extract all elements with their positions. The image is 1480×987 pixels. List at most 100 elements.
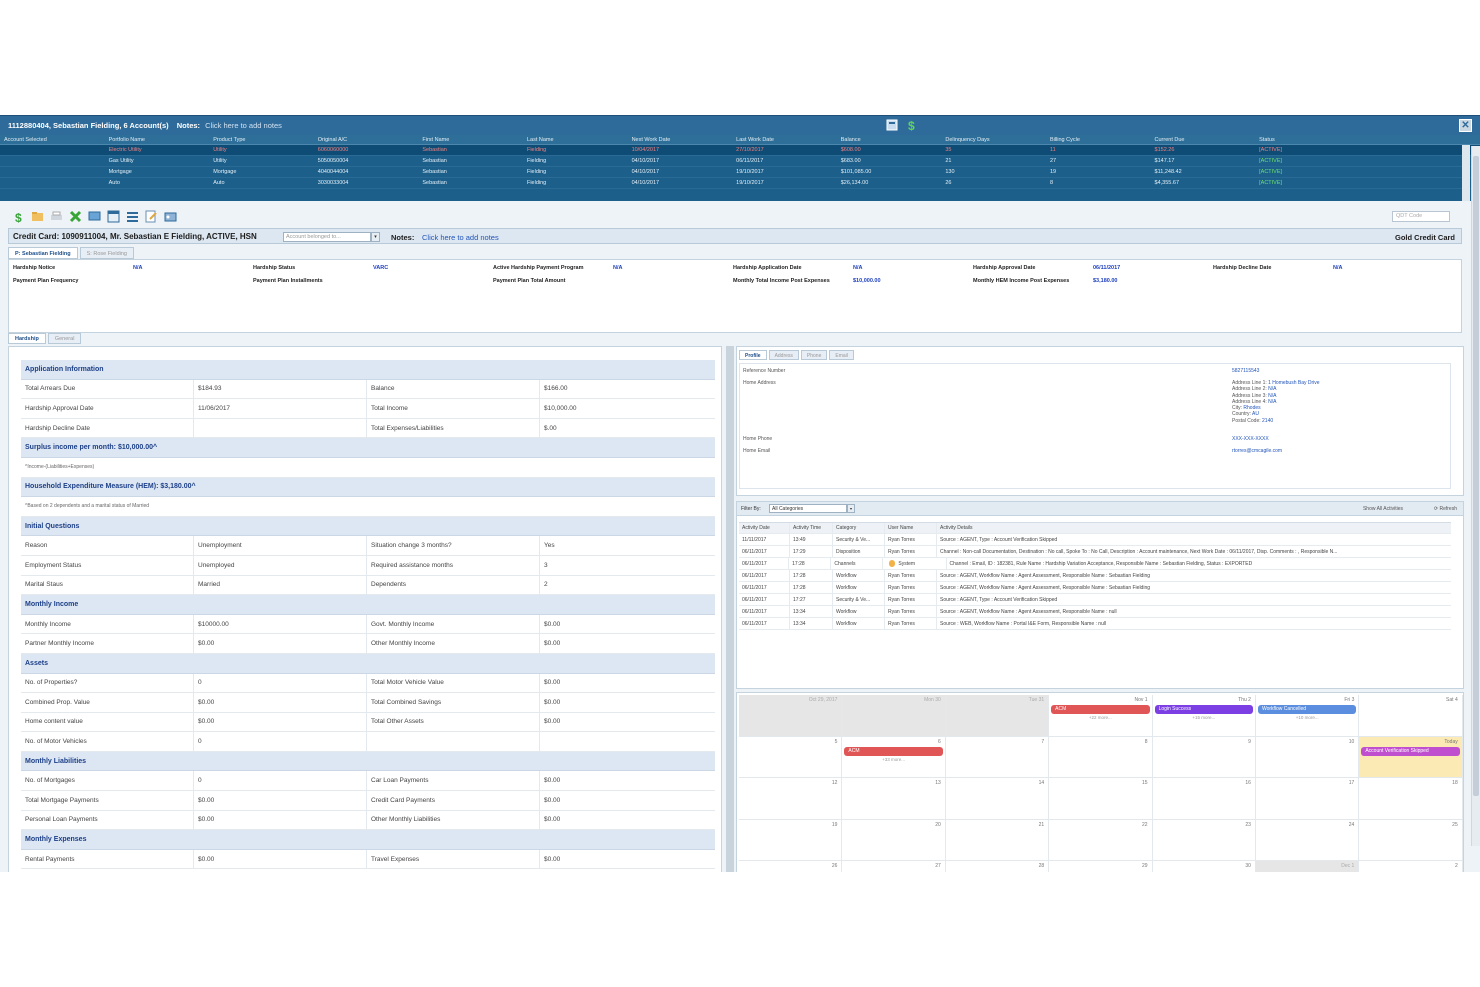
calendar-event[interactable]: Workflow Cancelled bbox=[1257, 705, 1357, 714]
column-header[interactable]: Last Work Date bbox=[732, 135, 837, 144]
list-icon[interactable] bbox=[126, 210, 139, 223]
calendar-day[interactable]: 14 bbox=[945, 778, 1050, 820]
more-events-link[interactable]: +22 more... bbox=[1049, 715, 1151, 720]
calendar-day[interactable]: Oct 29, 2017 bbox=[739, 695, 843, 737]
column-header[interactable]: Current Due bbox=[1151, 135, 1256, 144]
calendar-day[interactable]: 9 bbox=[1152, 736, 1256, 778]
panel-splitter[interactable] bbox=[726, 346, 734, 872]
column-header[interactable]: Original A/C bbox=[314, 135, 419, 144]
tab-primary-person[interactable]: P: Sebastian Fielding bbox=[8, 247, 78, 259]
column-header[interactable]: Category bbox=[833, 523, 885, 533]
calendar-day[interactable]: 29 bbox=[1049, 861, 1153, 872]
tab-general[interactable]: General bbox=[47, 333, 82, 344]
calendar-day[interactable]: Thu 2 Login Success +15 more... bbox=[1152, 695, 1256, 737]
account-belonged-dropdown[interactable]: Account belonged to... bbox=[283, 232, 371, 242]
calendar-day[interactable]: 26 bbox=[739, 861, 843, 872]
calendar-day[interactable]: 21 bbox=[945, 819, 1050, 861]
account-row[interactable]: Gas Utility Utility 5050050004 Sebastian Fie… bbox=[0, 156, 1480, 167]
calendar-day[interactable]: Today Account Verification Skipped bbox=[1359, 736, 1463, 778]
account-row[interactable]: Auto Auto 3030033004 Sebastian Fielding 04/10… bbox=[0, 178, 1480, 189]
table-row[interactable]: 06/11/2017 17:29 Disposition Ryan Torres Cha… bbox=[739, 546, 1451, 558]
calendar-day[interactable]: 20 bbox=[842, 819, 946, 861]
add-notes-link[interactable]: Click here to add notes bbox=[205, 121, 282, 130]
home-email-link[interactable]: rtorres@cmcagile.com bbox=[1232, 448, 1282, 454]
account-row[interactable]: Mortgage Mortgage 4040044004 Sebastian Field… bbox=[0, 167, 1480, 178]
column-header[interactable]: Portfolio Name bbox=[105, 135, 210, 144]
calendar-day[interactable]: 6 ACM +33 more... bbox=[842, 736, 946, 778]
table-row[interactable]: 06/11/2017 13:34 Workflow Ryan Torres Source… bbox=[739, 606, 1451, 618]
calendar-event[interactable]: Account Verification Skipped bbox=[1361, 746, 1460, 756]
tab-address[interactable]: Address bbox=[768, 350, 799, 360]
calendar-day[interactable]: 30 bbox=[1153, 861, 1256, 872]
calendar-day[interactable]: 8 bbox=[1049, 736, 1153, 778]
column-header[interactable]: Last Name bbox=[523, 135, 628, 144]
calendar-event[interactable]: ACM bbox=[1051, 705, 1150, 714]
table-row[interactable]: 06/11/2017 17:27 Security & Ve... Ryan Torr… bbox=[739, 594, 1451, 606]
category-filter-select[interactable]: All Categories bbox=[769, 504, 847, 513]
calendar-day[interactable]: Mon 30 bbox=[842, 695, 946, 737]
column-header[interactable]: Next Work Date bbox=[628, 135, 733, 144]
calendar-day[interactable]: Nov 1 ACM +22 more... bbox=[1049, 695, 1153, 737]
id-card-icon[interactable] bbox=[164, 210, 177, 223]
tab-secondary-person[interactable]: S: Rose Fielding bbox=[79, 247, 134, 259]
calendar-day[interactable]: 22 bbox=[1049, 819, 1153, 861]
folder-icon[interactable] bbox=[31, 210, 44, 223]
calendar-day[interactable]: 19 bbox=[739, 819, 843, 861]
column-header[interactable]: Status bbox=[1255, 135, 1360, 144]
calendar-day[interactable]: Tue 31 bbox=[945, 695, 1050, 737]
calendar-day[interactable]: 27 bbox=[842, 861, 946, 872]
account-row[interactable]: Electric Utility Utility 6060060000 Sebasti… bbox=[0, 145, 1480, 156]
calendar-day[interactable]: 7 bbox=[945, 736, 1050, 778]
tab-email[interactable]: Email bbox=[829, 350, 854, 360]
column-header[interactable]: Activity Time bbox=[790, 523, 833, 533]
table-row[interactable]: 06/11/2017 17:28 Channels System Channel : E… bbox=[739, 558, 1451, 570]
calendar-day[interactable]: 15 bbox=[1049, 778, 1153, 820]
calendar-day[interactable]: 28 bbox=[946, 861, 1050, 872]
table-row[interactable]: 06/11/2017 13:34 Workflow Ryan Torres Source… bbox=[739, 618, 1451, 630]
table-row[interactable]: 11/11/2017 13:49 Security & Ve... Ryan Torr… bbox=[739, 534, 1451, 546]
calculator-icon[interactable] bbox=[886, 119, 898, 131]
calendar-day[interactable]: Dec 1 bbox=[1255, 861, 1360, 872]
add-notes-link[interactable]: Click here to add notes bbox=[422, 233, 499, 242]
calendar-day[interactable]: 5 bbox=[739, 736, 843, 778]
calendar-day[interactable]: Sat 4 bbox=[1359, 695, 1463, 737]
tab-profile[interactable]: Profile bbox=[739, 350, 767, 360]
accounts-scrollbar[interactable] bbox=[1462, 145, 1470, 201]
window-icon[interactable] bbox=[107, 210, 120, 223]
calendar-day[interactable]: Fri 3 Workflow Cancelled +10 more... bbox=[1255, 695, 1360, 737]
calendar-day[interactable]: 17 bbox=[1255, 778, 1360, 820]
column-header[interactable]: First Name bbox=[418, 135, 523, 144]
column-header[interactable]: Billing Cycle bbox=[1046, 135, 1151, 144]
table-row[interactable]: 06/11/2017 17:28 Workflow Ryan Torres Source… bbox=[739, 570, 1451, 582]
more-events-link[interactable]: +33 more... bbox=[842, 757, 944, 762]
calendar-day[interactable]: 13 bbox=[842, 778, 946, 820]
calendar-day[interactable]: 24 bbox=[1255, 819, 1360, 861]
page-scrollbar[interactable] bbox=[1471, 146, 1480, 846]
column-header[interactable]: User Name bbox=[885, 523, 937, 533]
refresh-button[interactable]: ⟳ Refresh bbox=[1434, 506, 1457, 512]
tab-phone[interactable]: Phone bbox=[800, 350, 828, 360]
chevron-down-icon[interactable]: ▾ bbox=[371, 232, 380, 242]
calendar-day[interactable]: 18 bbox=[1359, 778, 1463, 820]
column-header[interactable]: Account Selected bbox=[0, 135, 105, 144]
column-header[interactable]: Activity Details bbox=[937, 523, 1451, 533]
edit-icon[interactable] bbox=[145, 210, 158, 223]
column-header[interactable]: Delinquency Days bbox=[941, 135, 1046, 144]
column-header[interactable]: Product Type bbox=[209, 135, 314, 144]
close-icon[interactable]: ✕ bbox=[1459, 119, 1472, 132]
tab-hardship[interactable]: Hardship bbox=[8, 333, 46, 344]
qdt-code-input[interactable]: QDT Code bbox=[1392, 211, 1450, 222]
calendar-day[interactable]: 10 bbox=[1255, 736, 1360, 778]
calendar-event[interactable]: Login Success bbox=[1154, 705, 1253, 714]
calendar-day[interactable]: 23 bbox=[1152, 819, 1256, 861]
calendar-day[interactable]: 2 bbox=[1359, 861, 1463, 872]
column-header[interactable]: Balance bbox=[837, 135, 942, 144]
calendar-day[interactable]: 12 bbox=[739, 778, 843, 820]
show-all-activities-button[interactable]: Show All Activities bbox=[1363, 506, 1403, 512]
table-row[interactable]: 06/11/2017 17:28 Workflow Ryan Torres Source… bbox=[739, 582, 1451, 594]
dollar-icon[interactable]: $ bbox=[906, 119, 918, 131]
calendar-event[interactable]: ACM bbox=[844, 746, 943, 756]
more-events-link[interactable]: +15 more... bbox=[1153, 715, 1255, 720]
more-events-link[interactable]: +10 more... bbox=[1256, 715, 1358, 720]
printer-icon[interactable] bbox=[50, 210, 63, 223]
